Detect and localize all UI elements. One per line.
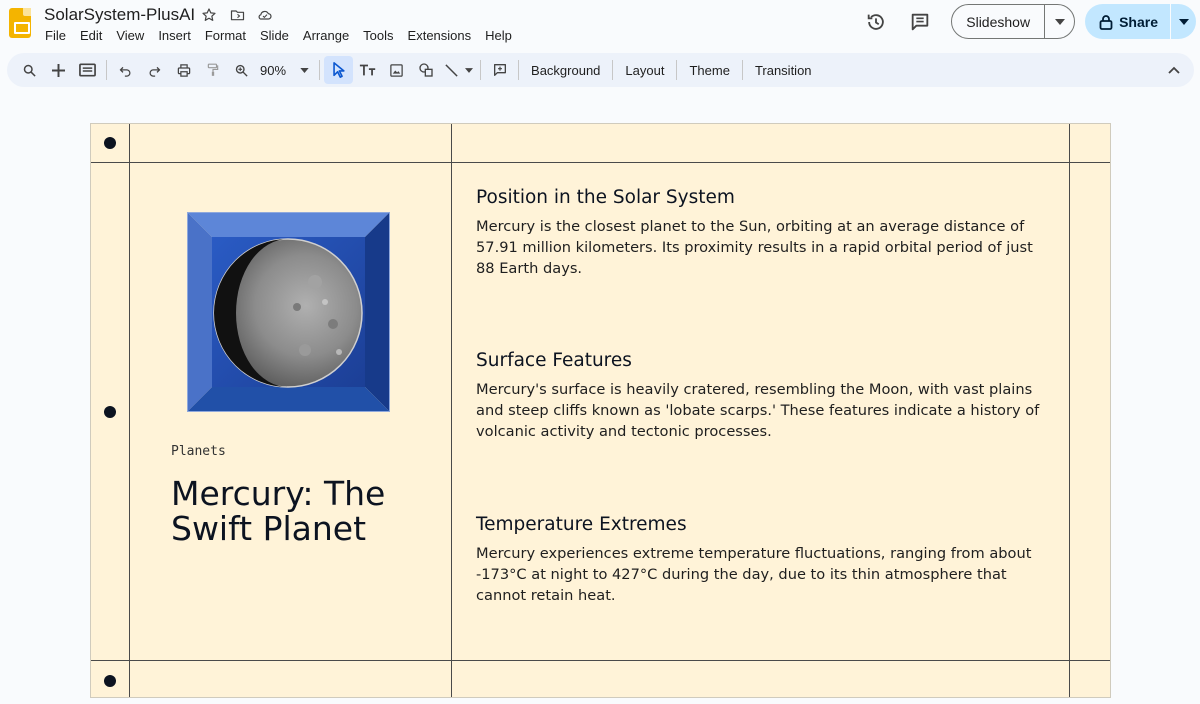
section-heading: Position in the Solar System: [476, 187, 735, 208]
share-button[interactable]: Share: [1085, 4, 1170, 39]
section-body: Mercury's surface is heavily cratered, r…: [476, 381, 1040, 440]
image-icon: [390, 63, 403, 77]
grid-line: [91, 162, 1110, 163]
section-heading: Surface Features: [476, 350, 632, 371]
move-to-folder-icon[interactable]: [227, 6, 247, 24]
menu-slide[interactable]: Slide: [253, 27, 296, 44]
menu-format[interactable]: Format: [198, 27, 253, 44]
caret-down-icon: [1178, 18, 1189, 25]
slideshow-button[interactable]: Slideshow: [952, 5, 1044, 38]
slideshow-control: Slideshow: [951, 4, 1076, 39]
line-icon: [444, 63, 458, 77]
cloud-status-icon[interactable]: [255, 6, 275, 24]
grid-line: [1069, 124, 1070, 697]
section-position[interactable]: Position in the Solar System Mercury is …: [476, 187, 1056, 279]
slide-kicker[interactable]: Planets: [171, 444, 226, 459]
redo-icon: [149, 66, 161, 77]
menu-extensions[interactable]: Extensions: [401, 27, 479, 44]
section-surface[interactable]: Surface Features Mercury's surface is he…: [476, 350, 1056, 442]
section-body: Mercury is the closest planet to the Sun…: [476, 218, 1033, 277]
comments-button[interactable]: [903, 5, 937, 39]
toolbar-divider: [518, 60, 520, 80]
version-history-button[interactable]: [859, 5, 893, 39]
undo-button[interactable]: [111, 56, 140, 84]
search-icon: [23, 64, 36, 77]
layout-button[interactable]: Layout: [617, 63, 672, 78]
bullet-dot: [104, 137, 116, 149]
zoom-value: 90%: [260, 62, 287, 78]
toolbar-divider: [319, 60, 321, 80]
toolbar: 90% Background Layout Theme Transition: [7, 53, 1194, 87]
shapes-icon: [418, 63, 433, 77]
menu-insert[interactable]: Insert: [151, 27, 198, 44]
share-control: Share: [1085, 4, 1196, 39]
slides-logo-icon[interactable]: [9, 8, 31, 38]
cursor-arrow-icon: [333, 62, 345, 78]
lock-icon: [1099, 14, 1113, 30]
toolbar-divider: [741, 60, 743, 80]
caret-down-icon: [1054, 18, 1065, 25]
paint-format-icon: [207, 63, 218, 76]
slide-title[interactable]: Mercury: The Swift Planet: [171, 476, 431, 546]
grid-line: [451, 124, 452, 697]
text-box-icon: [359, 64, 375, 76]
theme-button[interactable]: Theme: [681, 63, 737, 78]
bullet-dot: [104, 675, 116, 687]
chevron-up-icon: [1168, 66, 1180, 74]
share-label: Share: [1119, 13, 1158, 30]
slide-layout-icon: [79, 63, 96, 77]
slideshow-dropdown[interactable]: [1044, 5, 1074, 38]
caret-down-icon: [300, 67, 309, 73]
new-slide-button[interactable]: [44, 56, 73, 84]
menu-bar: File Edit View Insert Format Slide Arran…: [38, 27, 519, 44]
transition-button[interactable]: Transition: [747, 63, 820, 78]
insert-comment-button[interactable]: [485, 56, 514, 84]
text-box-button[interactable]: [353, 56, 382, 84]
toolbar-divider: [106, 60, 107, 80]
toolbar-divider: [612, 60, 614, 80]
menu-view[interactable]: View: [109, 27, 151, 44]
section-temperature[interactable]: Temperature Extremes Mercury experiences…: [476, 514, 1056, 606]
menu-arrange[interactable]: Arrange: [296, 27, 356, 44]
star-icon[interactable]: [199, 6, 219, 24]
print-icon: [177, 63, 190, 77]
caret-down-icon: [465, 67, 474, 73]
zoom-button[interactable]: [227, 56, 256, 84]
history-icon: [868, 13, 885, 30]
share-dropdown[interactable]: [1170, 4, 1196, 39]
document-title[interactable]: SolarSystem-PlusAI: [44, 5, 195, 25]
section-heading: Temperature Extremes: [476, 514, 687, 535]
select-tool-button[interactable]: [324, 56, 354, 84]
menu-help[interactable]: Help: [478, 27, 519, 44]
slide-layout-button[interactable]: [73, 56, 102, 84]
menu-edit[interactable]: Edit: [73, 27, 109, 44]
zoom-icon: [235, 64, 248, 77]
line-tool-dropdown[interactable]: [462, 56, 476, 84]
print-button[interactable]: [169, 56, 198, 84]
grid-line: [91, 660, 1110, 661]
slide-canvas[interactable]: Planets Mercury: The Swift Planet Positi…: [90, 123, 1111, 698]
undo-icon: [119, 66, 131, 77]
insert-image-button[interactable]: [382, 56, 411, 84]
grid-line: [129, 124, 130, 697]
menu-file[interactable]: File: [38, 27, 73, 44]
plus-icon: [52, 63, 65, 77]
mercury-image[interactable]: [187, 212, 390, 412]
section-body: Mercury experiences extreme temperature …: [476, 545, 1032, 604]
line-tool-button[interactable]: [440, 56, 462, 84]
menu-tools[interactable]: Tools: [356, 27, 400, 44]
toolbar-divider: [676, 60, 678, 80]
redo-button[interactable]: [140, 56, 169, 84]
add-comment-icon: [493, 64, 506, 76]
collapse-toolbar-button[interactable]: [1168, 61, 1180, 79]
background-button[interactable]: Background: [523, 63, 608, 78]
comment-icon: [912, 13, 929, 30]
bullet-dot: [104, 406, 116, 418]
search-menus-button[interactable]: [15, 56, 44, 84]
paint-format-button[interactable]: [198, 56, 227, 84]
shape-button[interactable]: [411, 56, 440, 84]
toolbar-divider: [480, 60, 482, 80]
zoom-select[interactable]: 90%: [256, 63, 315, 78]
